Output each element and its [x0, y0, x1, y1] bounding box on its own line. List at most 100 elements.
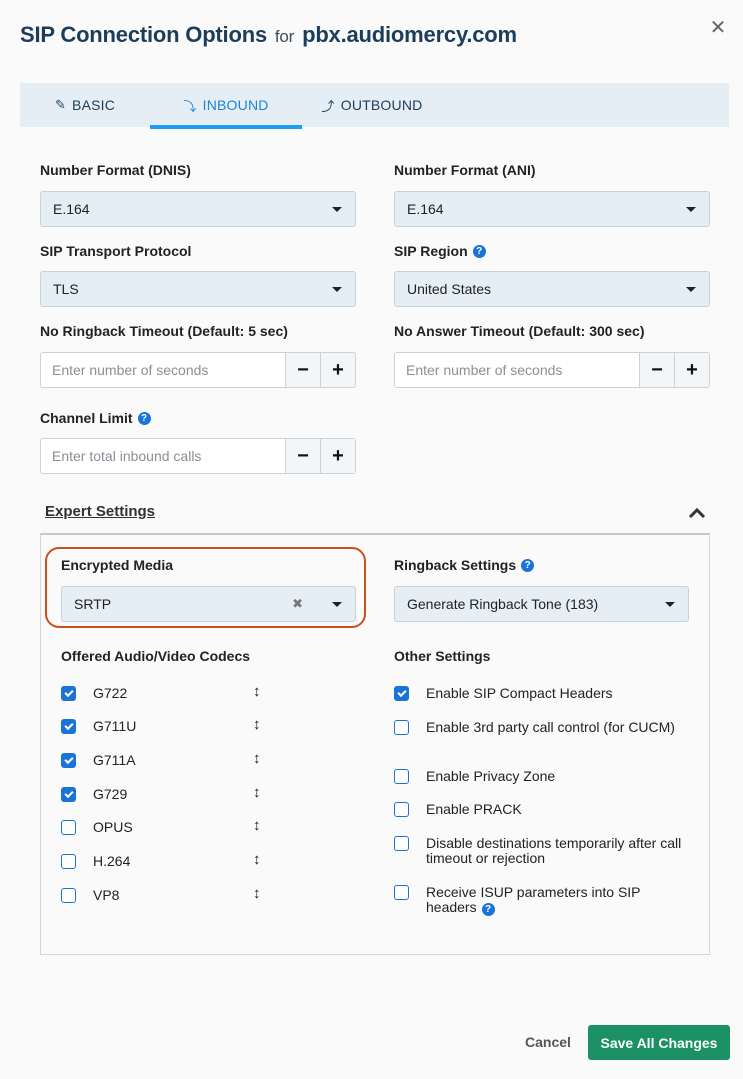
help-icon[interactable]: ? [472, 244, 486, 258]
number-format-ani-value: E.164 [407, 201, 444, 217]
sip-transport-select[interactable]: TLS [40, 271, 356, 307]
channel-limit-label-text: Channel Limit [40, 410, 133, 426]
help-icon[interactable]: ? [481, 903, 495, 916]
codec-checkbox[interactable] [61, 753, 76, 768]
codec-checkbox[interactable] [61, 854, 76, 869]
codec-label: H.264 [93, 853, 131, 869]
codec-label: G729 [93, 786, 128, 802]
other-setting-label-text: Enable Privacy Zone [426, 768, 556, 784]
dialog-header: SIP Connection Options for pbx.audiomerc… [20, 18, 726, 54]
sip-region-label: SIP Region ? [394, 241, 710, 261]
codec-checkbox[interactable] [61, 888, 76, 903]
number-format-dnis-select[interactable]: E.164 [40, 191, 356, 227]
decrement-button[interactable]: − [639, 353, 674, 387]
other-setting-label-text: Receive ISUP parameters into SIP headers [426, 884, 641, 915]
encrypted-media-value: SRTP [74, 596, 112, 612]
sip-region-label-text: SIP Region [394, 243, 468, 259]
other-setting-label-text: Enable PRACK [426, 801, 522, 817]
drag-handle-icon[interactable]: ↕ [253, 784, 261, 801]
decrement-button[interactable]: − [285, 353, 320, 387]
no-ringback-timeout-input[interactable] [41, 353, 285, 387]
no-answer-timeout-stepper: − + [394, 352, 710, 388]
clear-icon[interactable]: ✖ [292, 596, 303, 612]
other-setting-row: Enable SIP Compact Headers [394, 686, 684, 701]
cancel-button[interactable]: Cancel [515, 1027, 581, 1057]
drag-handle-icon[interactable]: ↕ [253, 750, 261, 767]
sip-region-select[interactable]: United States [394, 271, 710, 307]
number-format-ani-label: Number Format (ANI) [394, 162, 536, 178]
other-setting-label: Enable PRACK [426, 802, 684, 817]
number-format-dnis-label: Number Format (DNIS) [40, 162, 191, 178]
codec-label: G722 [93, 685, 128, 701]
codec-checkbox[interactable] [61, 686, 76, 701]
channel-limit-stepper: − + [40, 438, 356, 474]
no-ringback-timeout-field: No Ringback Timeout (Default: 5 sec) − + [40, 321, 356, 388]
no-answer-timeout-field: No Answer Timeout (Default: 300 sec) − + [394, 321, 710, 388]
other-setting-label-text: Disable destinations temporarily after c… [426, 835, 682, 866]
other-setting-checkbox[interactable] [394, 885, 409, 900]
tab-basic[interactable]: ✎ BASIC [20, 83, 150, 127]
codec-row: VP8 [61, 888, 119, 903]
encrypted-media-field: Encrypted Media SRTP ✖ [61, 555, 356, 622]
other-setting-row: Disable destinations temporarily after c… [394, 836, 684, 866]
drag-handle-icon[interactable]: ↕ [253, 817, 261, 834]
codec-checkbox[interactable] [61, 787, 76, 802]
other-setting-label: Receive ISUP parameters into SIP headers… [426, 885, 684, 916]
drag-handle-icon[interactable]: ↕ [253, 885, 261, 902]
other-setting-label-text: Enable SIP Compact Headers [426, 685, 613, 701]
other-setting-checkbox[interactable] [394, 686, 409, 701]
no-answer-timeout-input[interactable] [395, 353, 639, 387]
number-format-dnis-field: Number Format (DNIS) E.164 [40, 160, 356, 227]
other-setting-row: Enable 3rd party call control (for CUCM) [394, 720, 684, 735]
other-setting-row: Receive ISUP parameters into SIP headers… [394, 885, 684, 916]
tab-outbound[interactable]: ⤴ OUTBOUND [302, 83, 442, 127]
dialog-title: SIP Connection Options for pbx.audiomerc… [20, 20, 723, 52]
tab-bar: ✎ BASIC ⤵ INBOUND ⤴ OUTBOUND [20, 83, 729, 129]
codec-label: OPUS [93, 819, 133, 835]
ringback-settings-select[interactable]: Generate Ringback Tone (183) [394, 586, 689, 622]
codec-checkbox[interactable] [61, 719, 76, 734]
codec-checkbox[interactable] [61, 820, 76, 835]
other-setting-checkbox[interactable] [394, 720, 409, 735]
other-settings-title: Other Settings [394, 648, 491, 664]
caret-down-icon [332, 207, 342, 212]
save-all-changes-button[interactable]: Save All Changes [588, 1025, 730, 1060]
decrement-button[interactable]: − [285, 439, 320, 473]
other-setting-label: Enable Privacy Zone [426, 769, 684, 784]
chevron-up-icon[interactable] [687, 505, 707, 521]
no-ringback-timeout-label: No Ringback Timeout (Default: 5 sec) [40, 323, 288, 339]
tab-inbound[interactable]: ⤵ INBOUND [150, 83, 302, 129]
codec-label: G711U [93, 718, 137, 734]
sip-region-value: United States [407, 281, 492, 297]
other-setting-label: Enable 3rd party call control (for CUCM) [426, 720, 684, 735]
number-format-ani-select[interactable]: E.164 [394, 191, 710, 227]
encrypted-media-label: Encrypted Media [61, 557, 174, 573]
other-setting-checkbox[interactable] [394, 769, 409, 784]
ringback-settings-label: Ringback Settings ? [394, 555, 689, 575]
other-setting-checkbox[interactable] [394, 836, 409, 851]
help-icon[interactable]: ? [521, 558, 535, 572]
expert-settings-toggle[interactable]: Expert Settings [45, 503, 155, 520]
number-format-dnis-value: E.164 [53, 201, 90, 217]
close-icon[interactable]: ✕ [707, 18, 729, 40]
increment-button[interactable]: + [674, 353, 709, 387]
caret-down-icon [665, 602, 675, 607]
sip-transport-field: SIP Transport Protocol TLS [40, 241, 356, 307]
inbound-arrow-icon: ⤵ [183, 98, 197, 114]
channel-limit-label: Channel Limit ? [40, 408, 356, 428]
caret-down-icon [332, 287, 342, 292]
increment-button[interactable]: + [320, 353, 355, 387]
drag-handle-icon[interactable]: ↕ [253, 851, 261, 868]
other-setting-checkbox[interactable] [394, 802, 409, 817]
help-icon[interactable]: ? [137, 411, 151, 425]
drag-handle-icon[interactable]: ↕ [253, 683, 261, 700]
drag-handle-icon[interactable]: ↕ [253, 716, 261, 733]
other-setting-label: Disable destinations temporarily after c… [426, 836, 684, 866]
codec-row: G722 [61, 686, 127, 701]
no-answer-timeout-label: No Answer Timeout (Default: 300 sec) [394, 323, 645, 339]
increment-button[interactable]: + [320, 439, 355, 473]
sip-transport-label: SIP Transport Protocol [40, 243, 192, 259]
encrypted-media-select[interactable]: SRTP ✖ [61, 586, 356, 622]
pencil-icon: ✎ [54, 97, 67, 112]
channel-limit-input[interactable] [41, 439, 285, 473]
